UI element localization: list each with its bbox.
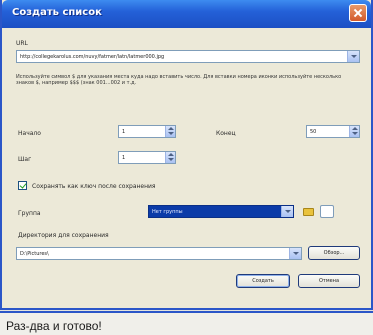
add-group-button[interactable] (320, 205, 334, 218)
save-pattern-checkbox[interactable] (18, 181, 27, 190)
spin-arrows-icon[interactable] (165, 152, 175, 163)
help-text: Используйте символ $ для указания места … (16, 74, 342, 86)
step-spinner[interactable]: 1 (118, 151, 176, 164)
group-value: Нет группы (152, 209, 183, 215)
title-bar[interactable]: Создать список (2, 0, 371, 28)
url-label: URL (16, 40, 28, 47)
start-label: Начало (18, 130, 41, 137)
save-dir-label: Директория для сохранения (18, 232, 109, 239)
cancel-button-label: Отмена (318, 278, 340, 284)
folder-icon[interactable] (303, 208, 314, 216)
url-value: http://collegekarolus.com/nuvy/fatmer/la… (20, 54, 165, 60)
spin-arrows-icon[interactable] (349, 126, 359, 137)
cancel-button[interactable]: Отмена (298, 274, 360, 288)
url-combobox[interactable]: http://collegekarolus.com/nuvy/fatmer/la… (16, 50, 360, 63)
end-value: 50 (310, 129, 317, 135)
end-spinner[interactable]: 50 (306, 125, 360, 138)
close-button[interactable] (349, 4, 367, 22)
create-button[interactable]: Создать (236, 274, 290, 288)
browse-button-label: Обзор... (323, 250, 345, 256)
caption-text: Раз-два и готово! (6, 319, 102, 333)
save-dir-combobox[interactable]: D:\Pictures\ (16, 247, 302, 260)
chevron-down-icon[interactable] (281, 206, 293, 217)
start-spinner[interactable]: 1 (118, 125, 176, 138)
chevron-down-icon[interactable] (347, 51, 359, 62)
figure-caption: Раз-два и готово! (0, 311, 373, 335)
browse-button[interactable]: Обзор... (308, 246, 360, 260)
create-button-label: Создать (252, 278, 274, 284)
create-list-dialog: Создать список URL http://collegekarolus… (0, 0, 373, 310)
start-value: 1 (122, 129, 126, 135)
window-title: Создать список (12, 7, 102, 18)
chevron-down-icon[interactable] (289, 248, 301, 259)
group-select[interactable]: Нет группы (148, 205, 294, 218)
save-dir-value: D:\Pictures\ (20, 251, 49, 257)
group-label: Группа (18, 210, 41, 217)
step-label: Шаг (18, 156, 32, 163)
save-pattern-label: Сохранять как ключ после сохранения (32, 183, 156, 190)
end-label: Конец (216, 130, 236, 137)
screenshot-frame: Создать список URL http://collegekarolus… (0, 0, 373, 335)
step-value: 1 (122, 155, 126, 161)
spin-arrows-icon[interactable] (165, 126, 175, 137)
